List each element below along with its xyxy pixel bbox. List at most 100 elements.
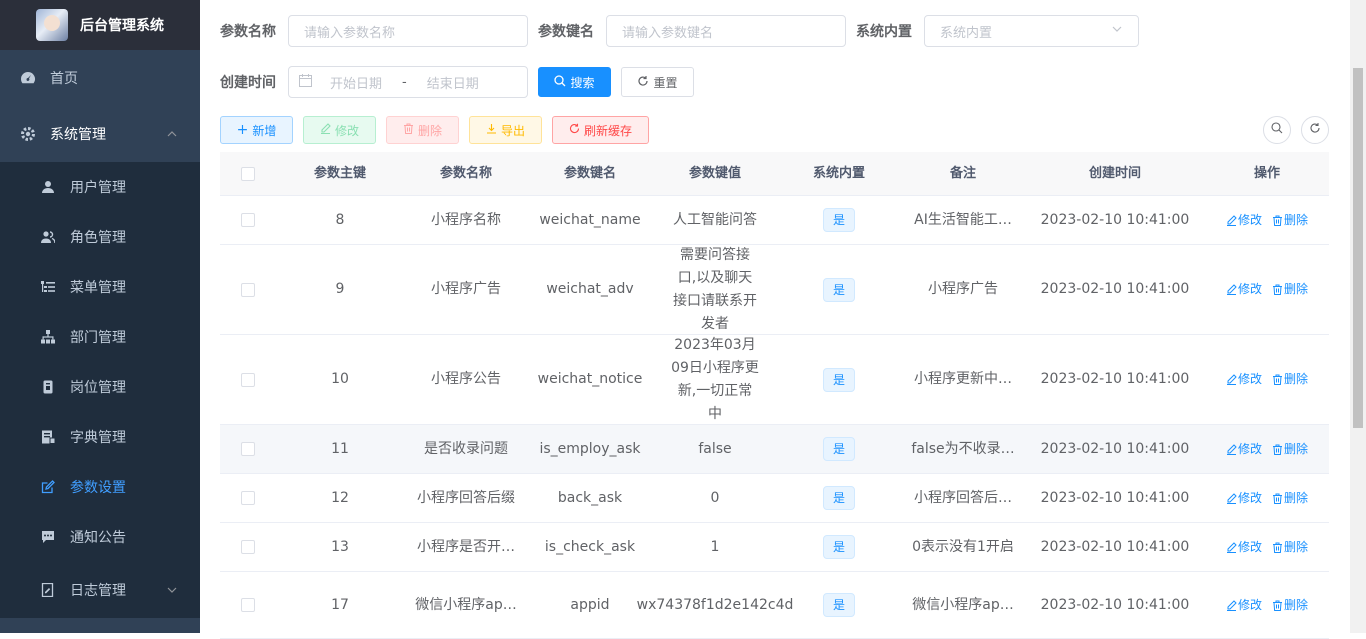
row-checkbox[interactable] <box>240 491 255 505</box>
table-row[interactable]: 12 小程序回答后缀 back_ask 0 是 小程序回答后… 2023-02-10 10:… <box>220 474 1329 523</box>
sidebar-item-label: 角色管理 <box>70 230 126 246</box>
row-delete-button[interactable]: 删除 <box>1272 487 1308 510</box>
param-key-input[interactable]: 请输入参数键名 <box>606 15 846 47</box>
builtin-tag: 是 <box>822 486 855 510</box>
cell-value: 需要问答接口,以及聊天接口请联系开发者 <box>673 246 757 332</box>
edit-button[interactable]: 修改 <box>303 116 376 144</box>
sidebar-item-log[interactable]: 日志管理 <box>0 562 200 618</box>
cell-remark-text: 小程序更新中… <box>914 371 1012 387</box>
search-button[interactable]: 搜索 <box>538 67 611 97</box>
end-date-input[interactable]: 结束日期 <box>427 73 479 92</box>
row-checkbox-cell <box>220 245 275 334</box>
row-edit-button[interactable]: 修改 <box>1226 438 1262 461</box>
table-row[interactable]: 9 小程序广告 weichat_adv 需要问答接口,以及聊天接口请联系开发者 是 小程序… <box>220 245 1329 335</box>
cell-created: 2023-02-10 10:41:00 <box>1040 596 1190 613</box>
cell-remark-text: 小程序回答后… <box>914 489 1012 506</box>
row-checkbox[interactable] <box>240 598 255 612</box>
cell-remark-text: 小程序广告 <box>928 281 998 297</box>
message-icon <box>40 529 56 545</box>
row-edit-button[interactable]: 修改 <box>1226 594 1262 617</box>
sidebar: 后台管理系统 首页 系统管理 用户管理 角色管理 菜单管理 部门管理 岗位管理 … <box>0 0 200 633</box>
header-remark: 备注 <box>949 166 976 181</box>
param-name-label: 参数名称 <box>220 24 276 40</box>
sidebar-item-notice[interactable]: 通知公告 <box>0 512 200 562</box>
cell-id: 8 <box>335 211 345 228</box>
row-edit-button[interactable]: 修改 <box>1226 487 1262 510</box>
sidebar-item-post[interactable]: 岗位管理 <box>0 362 200 412</box>
sidebar-item-home[interactable]: 首页 <box>0 50 200 106</box>
cell-name: 微信小程序ap… <box>405 572 527 638</box>
param-name-input[interactable]: 请输入参数名称 <box>288 15 528 47</box>
row-delete-label: 删除 <box>1284 282 1309 296</box>
sidebar-item-config[interactable]: 参数设置 <box>0 462 200 512</box>
select-all-checkbox[interactable] <box>240 166 255 181</box>
row-checkbox[interactable] <box>240 442 255 456</box>
sidebar-item-user[interactable]: 用户管理 <box>0 162 200 212</box>
row-delete-button[interactable]: 删除 <box>1272 368 1308 391</box>
cell-name-text: 小程序回答后缀 <box>417 489 515 506</box>
row-edit-button[interactable]: 修改 <box>1226 368 1262 391</box>
row-delete-button[interactable]: 删除 <box>1272 594 1308 617</box>
row-delete-label: 删除 <box>1284 539 1309 554</box>
table-header: 参数主键 参数名称 参数键名 参数键值 系统内置 备注 创建时间 操作 <box>220 152 1329 196</box>
cell-remark: false为不收录… <box>901 425 1025 473</box>
row-delete-button[interactable]: 删除 <box>1272 209 1308 232</box>
add-button-label: 新增 <box>252 123 277 138</box>
table-row[interactable]: 8 小程序名称 weichat_name 人工智能问答 是 AI生活智能工… 2023-02… <box>220 196 1329 245</box>
row-delete-button[interactable]: 删除 <box>1272 438 1308 461</box>
sidebar-item-role[interactable]: 角色管理 <box>0 212 200 262</box>
cell-remark-text: 0表示没有1开启 <box>912 538 1014 555</box>
add-button[interactable]: + 新增 <box>220 116 293 144</box>
builtin-select[interactable]: 系统内置 <box>924 15 1139 47</box>
delete-button[interactable]: 删除 <box>386 116 459 144</box>
builtin-tag: 是 <box>822 208 855 232</box>
refresh-table-button[interactable] <box>1301 116 1329 144</box>
reset-button[interactable]: 重置 <box>621 67 694 97</box>
page-scrollbar[interactable] <box>1350 0 1366 633</box>
export-button[interactable]: 导出 <box>469 116 542 144</box>
cell-actions: 修改 删除 <box>1205 572 1329 638</box>
cell-id: 9 <box>335 281 345 297</box>
system-icon <box>20 126 36 142</box>
peoples-icon <box>40 229 56 245</box>
edit-icon <box>320 123 331 137</box>
row-delete-button[interactable]: 删除 <box>1272 536 1308 559</box>
cell-created: 2023-02-10 10:41:00 <box>1040 538 1190 555</box>
param-key-label: 参数键名 <box>538 24 594 40</box>
table-row[interactable]: 10 小程序公告 weichat_notice 2023年03月09日小程序更新,一切… <box>220 335 1329 425</box>
row-checkbox[interactable] <box>240 372 255 387</box>
date-range-picker[interactable]: 开始日期 - 结束日期 <box>288 66 528 98</box>
row-delete-label: 删除 <box>1284 597 1309 612</box>
sidebar-logo[interactable]: 后台管理系统 <box>0 0 200 50</box>
cell-builtin: 是 <box>777 335 901 424</box>
trash-icon <box>1273 374 1282 385</box>
scrollbar-thumb[interactable] <box>1353 68 1363 428</box>
table-row[interactable]: 17 微信小程序ap… appid wx74378f1d2e142c4d 是 微信小程序a… <box>220 572 1329 639</box>
row-checkbox[interactable] <box>240 282 255 297</box>
row-delete-button[interactable]: 删除 <box>1272 278 1308 301</box>
refresh-cache-button[interactable]: 刷新缓存 <box>552 116 649 144</box>
row-checkbox[interactable] <box>240 213 255 227</box>
sidebar-item-dept[interactable]: 部门管理 <box>0 312 200 362</box>
toggle-search-button[interactable] <box>1263 116 1291 144</box>
row-edit-button[interactable]: 修改 <box>1226 536 1262 559</box>
table-row[interactable]: 11 是否收录问题 is_employ_ask false 是 false为不收录… 202… <box>220 425 1329 474</box>
row-checkbox[interactable] <box>240 540 255 554</box>
table-row[interactable]: 13 小程序是否开… is_check_ask 1 是 0表示没有1开启 2023-02-1… <box>220 523 1329 572</box>
row-edit-button[interactable]: 修改 <box>1226 278 1262 301</box>
row-delete-label: 删除 <box>1284 372 1309 386</box>
search-form-row-1: 参数名称 请输入参数名称 参数键名 请输入参数键名 系统内置 系统内置 <box>220 15 1139 47</box>
param-key-placeholder: 请输入参数键名 <box>622 25 714 41</box>
table-body: 8 小程序名称 weichat_name 人工智能问答是 AI生活智能工… 2023-02… <box>220 196 1329 639</box>
sidebar-item-dict[interactable]: 字典管理 <box>0 412 200 462</box>
row-edit-button[interactable]: 修改 <box>1226 209 1262 232</box>
sidebar-item-system[interactable]: 系统管理 <box>0 106 200 162</box>
plus-icon: + <box>236 122 249 138</box>
sidebar-item-menu[interactable]: 菜单管理 <box>0 262 200 312</box>
trash-icon <box>1273 493 1282 504</box>
trash-icon <box>1273 600 1282 611</box>
start-date-input[interactable]: 开始日期 <box>330 73 382 92</box>
sidebar-item-label: 日志管理 <box>70 583 126 599</box>
cell-remark: 0表示没有1开启 <box>901 523 1025 571</box>
cell-name: 小程序是否开… <box>405 523 527 571</box>
